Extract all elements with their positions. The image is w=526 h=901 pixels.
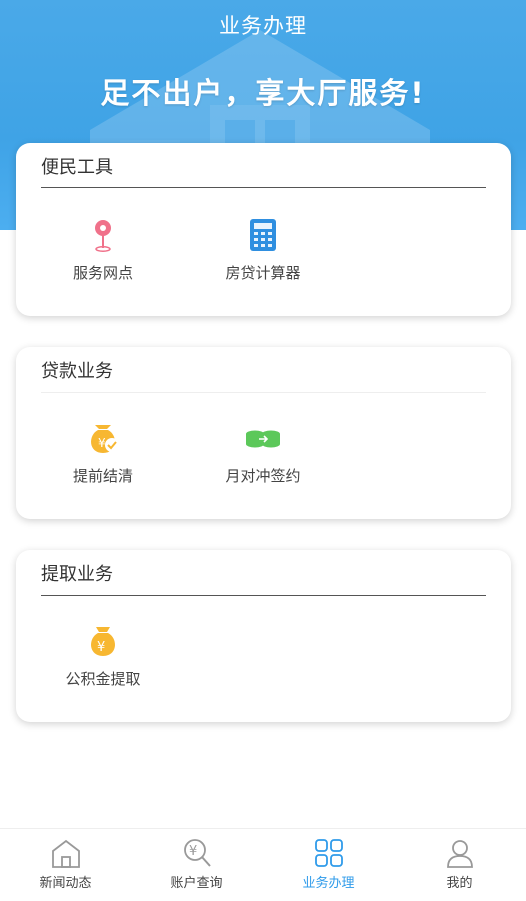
- tab-mine[interactable]: 我的: [394, 837, 525, 891]
- money-bag-yuan-icon: ¥: [91, 627, 115, 656]
- tab-label: 新闻动态: [39, 876, 92, 891]
- item-label: 提前结清: [72, 467, 133, 485]
- tab-label: 账户查询: [170, 876, 223, 891]
- grid-icon: [314, 839, 343, 867]
- divider: [41, 392, 486, 393]
- provident-fund-withdrawal-button[interactable]: ¥ 公积金提取: [28, 624, 178, 689]
- divider: [41, 595, 486, 596]
- svg-text:¥: ¥: [97, 640, 105, 655]
- money-bag-check-icon: ¥: [91, 425, 119, 453]
- location-pin-icon: [95, 220, 111, 252]
- house-icon: [51, 839, 80, 868]
- divider: [41, 187, 486, 188]
- section-convenience-tools: 便民工具 服务网点 房贷计算器: [16, 143, 511, 316]
- tab-business[interactable]: 业务办理: [263, 837, 394, 891]
- coin-stacks-icon: [246, 430, 280, 448]
- bottom-nav: 新闻动态 ¥ 账户查询 业务办理 我的: [0, 828, 526, 901]
- item-label: 公积金提取: [65, 670, 141, 688]
- item-label: 月对冲签约: [225, 467, 301, 485]
- section-title: 提取业务: [41, 564, 113, 585]
- item-label: 房贷计算器: [225, 264, 301, 282]
- early-settlement-button[interactable]: ¥ 提前结清: [28, 421, 178, 486]
- tab-account-query[interactable]: ¥ 账户查询: [131, 837, 262, 891]
- calculator-icon: [250, 219, 276, 251]
- section-title: 便民工具: [41, 157, 113, 178]
- svg-text:¥: ¥: [189, 844, 197, 859]
- tab-label: 业务办理: [302, 876, 355, 891]
- section-loan-business: 贷款业务 ¥ 提前结清 月对冲签约: [16, 347, 511, 519]
- yuan-search-icon: ¥: [183, 839, 211, 867]
- tab-news[interactable]: 新闻动态: [0, 837, 131, 891]
- slogan-text: 足不出户，享大厅服务!: [100, 76, 426, 110]
- svg-text:¥: ¥: [98, 436, 106, 450]
- section-title: 贷款业务: [41, 361, 113, 382]
- service-outlets-button[interactable]: 服务网点: [28, 218, 178, 283]
- mortgage-calculator-button[interactable]: 房贷计算器: [188, 218, 338, 283]
- item-label: 服务网点: [72, 264, 133, 282]
- section-withdrawal-business: 提取业务 ¥ 公积金提取: [16, 550, 511, 722]
- user-icon: [446, 840, 473, 868]
- page-title: 业务办理: [219, 14, 307, 38]
- tab-label: 我的: [446, 876, 473, 891]
- monthly-offset-signing-button[interactable]: 月对冲签约: [188, 421, 338, 486]
